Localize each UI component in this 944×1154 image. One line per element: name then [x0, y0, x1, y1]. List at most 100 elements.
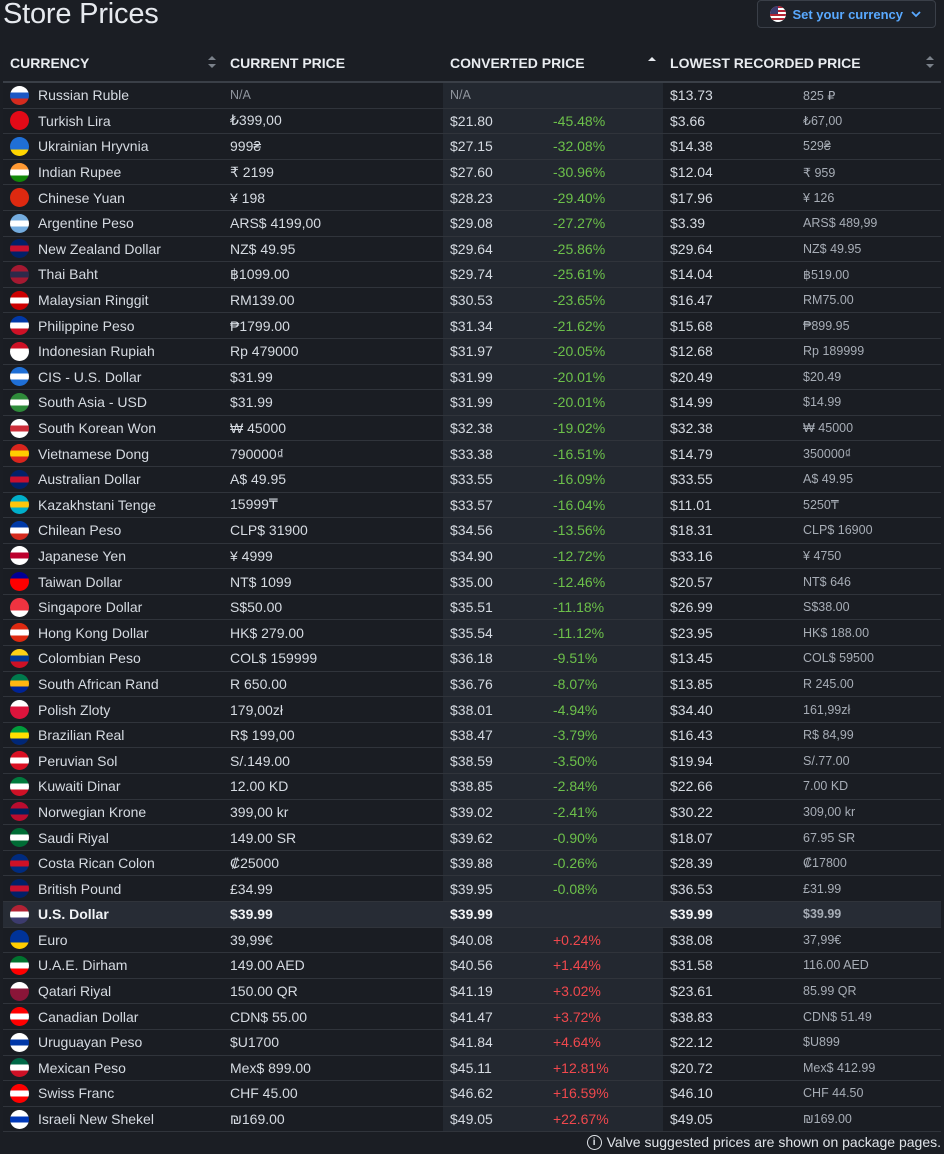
- converted-price: $35.54: [443, 619, 553, 647]
- lowest-price-local: ₱899.95: [803, 312, 942, 339]
- currency-name: Australian Dollar: [38, 471, 141, 488]
- currency-cell: Indian Rupee: [3, 159, 223, 186]
- lowest-price: $34.40: [663, 696, 804, 723]
- lowest-price-local: Mex$ 412.99: [803, 1055, 942, 1082]
- lowest-price-local: RM75.00: [803, 287, 942, 314]
- page-title: Store Prices: [3, 0, 159, 30]
- price-difference: -23.65%: [553, 287, 664, 314]
- current-price: 15999₸: [223, 492, 443, 519]
- currency-cell: Russian Ruble: [3, 82, 223, 109]
- current-price: A$ 49.95: [223, 466, 443, 493]
- currency-name: South Asia - USD: [38, 394, 147, 411]
- currency-flag-icon: [10, 444, 29, 464]
- currency-name: Vietnamese Dong: [38, 445, 150, 462]
- currency-name: CIS - U.S. Dollar: [38, 368, 142, 385]
- lowest-price: $39.99: [663, 901, 804, 928]
- lowest-price-local: ₩ 45000: [803, 415, 942, 442]
- converted-price: $39.99: [443, 901, 553, 928]
- lowest-price-local: CDN$ 51.49: [803, 1003, 942, 1030]
- currency-flag-icon: [10, 213, 29, 233]
- currency-name: Kuwaiti Dinar: [38, 778, 121, 795]
- lowest-price-local: 161,99zł: [803, 696, 942, 723]
- lowest-price: $23.61: [663, 978, 804, 1005]
- current-price: S/.149.00: [223, 747, 443, 775]
- converted-price: $35.00: [443, 568, 553, 595]
- lowest-price: $36.53: [663, 875, 804, 902]
- lowest-price-local: ¥ 126: [803, 184, 942, 211]
- currency-cell: CIS - U.S. Dollar: [3, 364, 223, 391]
- lowest-price-local: 350000₫: [803, 440, 942, 467]
- currency-name: Chinese Yuan: [38, 189, 125, 206]
- converted-price: $31.99: [443, 389, 553, 416]
- converted-price: $36.18: [443, 645, 553, 672]
- currency-flag-icon: [10, 597, 29, 617]
- lowest-price-local: 37,99€: [803, 927, 942, 954]
- currency-cell: Polish Zloty: [3, 696, 223, 723]
- table-row: Russian Ruble N/A N/A $13.73 825 ₽: [3, 82, 942, 109]
- currency-cell: Swiss Franc: [3, 1080, 223, 1107]
- table-row: Costa Rican Colon ₡25000 $39.88 -0.26% $28.3…: [3, 850, 942, 877]
- currency-flag-icon: [10, 520, 29, 540]
- currency-name: Russian Ruble: [38, 87, 130, 104]
- column-header-converted-price-label: CONVERTED PRICE: [450, 54, 585, 71]
- converted-price: $21.80: [443, 108, 553, 135]
- converted-price: $33.38: [443, 440, 553, 467]
- lowest-price-local: 67.95 SR: [803, 824, 942, 851]
- current-price: ฿1099.00: [223, 261, 443, 288]
- lowest-price-local: 7.00 KD: [803, 773, 942, 800]
- lowest-price-local: $39.99: [803, 901, 942, 928]
- currency-cell: Turkish Lira: [3, 108, 223, 135]
- lowest-price-local: Rp 189999: [803, 338, 942, 365]
- column-header-current-price[interactable]: CURRENT PRICE: [223, 44, 443, 83]
- currency-flag-icon: [10, 802, 29, 822]
- lowest-price-local: NT$ 646: [803, 568, 942, 595]
- current-price: R$ 199,00: [223, 722, 443, 749]
- currency-flag-icon: [10, 85, 29, 105]
- column-header-converted-price[interactable]: CONVERTED PRICE: [443, 44, 664, 83]
- currency-cell: U.S. Dollar: [3, 901, 223, 928]
- currency-name: Swiss Franc: [38, 1085, 115, 1102]
- currency-flag-icon: [10, 853, 29, 873]
- currency-flag-icon: [10, 648, 29, 668]
- price-difference: -9.51%: [553, 645, 664, 672]
- converted-price: $31.34: [443, 312, 553, 339]
- currency-flag-icon: [10, 239, 29, 259]
- price-difference: -29.40%: [553, 184, 664, 211]
- currency-cell: Japanese Yen: [3, 543, 223, 570]
- converted-price: $29.74: [443, 261, 553, 288]
- lowest-price-local: $U899: [803, 1029, 942, 1056]
- table-row: Kuwaiti Dinar 12.00 KD $38.85 -2.84% $22.66 7…: [3, 773, 942, 800]
- currency-cell: Brazilian Real: [3, 722, 223, 749]
- lowest-price: $12.68: [663, 338, 804, 365]
- current-price: HK$ 279.00: [223, 619, 443, 647]
- converted-price: $30.53: [443, 287, 553, 314]
- currency-cell: Qatari Riyal: [3, 978, 223, 1005]
- current-price: ¥ 4999: [223, 543, 443, 570]
- current-price: 39,99€: [223, 927, 443, 954]
- set-currency-button[interactable]: Set your currency: [757, 0, 936, 28]
- currency-flag-icon: [10, 162, 29, 182]
- price-difference: -13.56%: [553, 517, 664, 544]
- lowest-price: $3.66: [663, 108, 804, 135]
- currency-name: Qatari Riyal: [38, 983, 112, 1000]
- current-price: CDN$ 55.00: [223, 1003, 443, 1030]
- column-header-currency[interactable]: CURRENCY: [3, 44, 223, 83]
- info-icon: i: [586, 1134, 602, 1150]
- currency-cell: Saudi Riyal: [3, 824, 223, 851]
- currency-flag-icon: [10, 367, 29, 387]
- currency-cell: Singapore Dollar: [3, 594, 223, 621]
- currency-name: Israeli New Shekel: [38, 1111, 154, 1128]
- currency-cell: Argentine Peso: [3, 210, 223, 237]
- currency-flag-icon: [10, 1007, 29, 1027]
- currency-cell: Kuwaiti Dinar: [3, 773, 223, 800]
- lowest-price: $18.31: [663, 517, 804, 544]
- column-header-lowest-price[interactable]: LOWEST RECORDED PRICE: [663, 44, 942, 83]
- lowest-price: $14.79: [663, 440, 804, 467]
- converted-price: $41.19: [443, 978, 553, 1005]
- currency-flag-icon: [10, 290, 29, 310]
- currency-name: Polish Zloty: [38, 701, 111, 718]
- current-price: ₺399,00: [223, 108, 443, 135]
- table-row: New Zealand Dollar NZ$ 49.95 $29.64 -25.86%…: [3, 236, 942, 263]
- price-difference: -3.50%: [553, 747, 664, 775]
- price-difference: +0.24%: [553, 927, 664, 954]
